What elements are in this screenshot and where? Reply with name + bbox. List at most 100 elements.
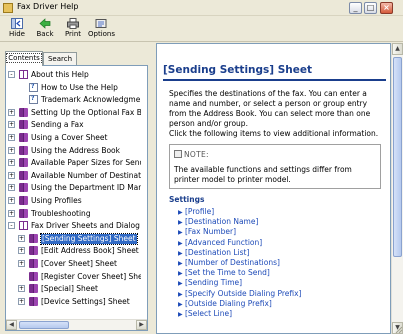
tab-contents[interactable]: Contents (5, 51, 43, 66)
note-icon (174, 150, 182, 158)
back-button[interactable]: Back (32, 18, 58, 38)
book-icon (19, 183, 28, 193)
scroll-left-icon[interactable]: ◀ (6, 320, 17, 330)
expand-icon[interactable]: + (8, 209, 15, 217)
settings-heading: Settings (169, 195, 205, 204)
help-page-icon (29, 82, 38, 92)
resize-grip-icon[interactable] (393, 324, 403, 334)
tree-list: - About this Help How to Use the Help Trade… (6, 70, 141, 318)
print-button[interactable]: Print (60, 18, 86, 38)
expand-icon[interactable]: + (18, 260, 25, 267)
tree-horizontal-scrollbar[interactable]: ◀ ▶ (6, 319, 147, 330)
book-icon (19, 133, 28, 142)
settings-link[interactable]: ▶ [Fax Number] (178, 227, 236, 237)
options-label: Options (88, 30, 116, 38)
close-button[interactable]: × (380, 2, 393, 14)
tree-item-label: Sending a Fax (31, 120, 84, 130)
content-vertical-scrollbar[interactable]: ▲ ▼ (391, 43, 403, 334)
click-instruction-text: Click the following items to view additi… (169, 129, 379, 138)
settings-link[interactable]: ▶ [Outside Dialing Prefix] (178, 299, 272, 309)
tree-item-label: How to Use the Help (41, 82, 118, 92)
content-scroll-thumb[interactable] (393, 57, 402, 257)
tree-item-label: About this Help (31, 70, 89, 79)
tab-contents-label: Contents (6, 53, 42, 63)
contents-tree: - About this Help How to Use the Help Trade… (5, 65, 148, 331)
expand-icon[interactable]: + (18, 247, 25, 255)
tree-item-label: Using the Department ID Manag (31, 183, 141, 193)
tree-scroll-thumb[interactable] (19, 321, 69, 329)
settings-link-label: [Number of Destinations] (185, 258, 280, 267)
settings-link-label: [Sending Time] (185, 278, 243, 288)
open-book-icon (19, 70, 28, 79)
tree-item-label: [Register Cover Sheet] Sheet (41, 271, 141, 281)
settings-link[interactable]: ▶ [Select Line] (178, 309, 232, 319)
settings-link-label: [Select Line] (185, 309, 233, 318)
nav-tabs: Contents Search (5, 51, 145, 66)
title-bar: Fax Driver Help _ □ × (0, 0, 403, 16)
book-icon (29, 271, 38, 281)
window-title: Fax Driver Help (17, 2, 79, 11)
hide-button[interactable]: Hide (4, 18, 30, 38)
tree-item-label: Using a Cover Sheet (31, 133, 108, 142)
tree-item-label: Using Profiles (31, 196, 82, 205)
maximize-button[interactable]: □ (364, 2, 377, 14)
book-icon (19, 120, 28, 130)
toolbar: Hide Back Print Options (0, 16, 403, 42)
expand-icon[interactable]: + (18, 285, 25, 293)
note-text: The available functions and settings dif… (174, 165, 352, 184)
settings-link-label: [Specify Outside Dialing Prefix] (185, 288, 302, 298)
settings-link-label: [Set the Time to Send] (185, 268, 270, 278)
collapse-icon[interactable]: - (8, 222, 15, 230)
topic-content: [Sending Settings] Sheet Specifies the d… (156, 43, 391, 334)
tree-item-label: [Device Settings] Sheet (41, 296, 130, 306)
book-icon (19, 170, 28, 180)
app-icon (3, 3, 13, 13)
tree-item-label: Using the Address Book (31, 145, 120, 155)
settings-link[interactable]: ▶ [Number of Destinations] (178, 258, 280, 268)
settings-link-label: [Profile] (185, 207, 215, 216)
settings-link[interactable]: ▶ [Advanced Function] (178, 238, 262, 248)
expand-icon[interactable]: + (8, 134, 15, 141)
options-icon (95, 19, 107, 28)
book-icon (29, 284, 38, 294)
tree-item-label: Trademark Acknowledgment (41, 95, 141, 105)
settings-link[interactable]: ▶ [Set the Time to Send] (178, 268, 270, 278)
collapse-icon[interactable]: - (8, 71, 15, 78)
tree-item-label: Fax Driver Sheets and Dialog Bo (31, 221, 141, 231)
book-icon (19, 208, 28, 218)
minimize-button[interactable]: _ (349, 2, 362, 14)
settings-link-label: [Advanced Function] (185, 237, 263, 247)
options-button[interactable]: Options (88, 18, 116, 38)
settings-link-label: [Destination Name] (185, 217, 259, 227)
intro-text: Specifies the destinations of the fax. Y… (169, 89, 371, 128)
back-arrow-icon (39, 18, 51, 29)
note-box: NOTE: The available functions and settin… (169, 144, 381, 189)
tab-search[interactable]: Search (43, 52, 77, 66)
expand-icon[interactable]: + (8, 159, 15, 167)
settings-link-label: [Outside Dialing Prefix] (185, 298, 272, 308)
settings-link[interactable]: ▶ [Specify Outside Dialing Prefix] (178, 289, 301, 299)
settings-link[interactable]: ▶ [Sending Time] (178, 278, 242, 288)
page-title: [Sending Settings] Sheet (163, 64, 313, 76)
expand-icon[interactable]: + (8, 184, 15, 192)
expand-icon[interactable]: + (8, 197, 15, 204)
settings-link[interactable]: ▶ [Profile] (178, 207, 214, 217)
print-label: Print (64, 30, 82, 38)
expand-icon[interactable]: + (18, 297, 25, 305)
book-icon (29, 259, 38, 268)
settings-link[interactable]: ▶ [Destination Name] (178, 217, 258, 227)
settings-link[interactable]: ▶ [Destination List] (178, 248, 249, 258)
help-page-icon (29, 94, 38, 105)
expand-icon[interactable]: + (8, 108, 15, 116)
tree-item-label: [Cover Sheet] Sheet (41, 259, 117, 268)
book-icon (29, 296, 38, 306)
expand-icon[interactable]: + (18, 234, 25, 242)
tree-item-label: [Special] Sheet (41, 284, 98, 294)
expand-icon[interactable]: + (8, 121, 15, 129)
book-icon (19, 196, 28, 205)
scroll-up-icon[interactable]: ▲ (392, 43, 403, 55)
scroll-right-icon[interactable]: ▶ (136, 320, 147, 330)
tree-item-label: Troubleshooting (31, 208, 91, 218)
expand-icon[interactable]: + (8, 146, 15, 154)
expand-icon[interactable]: + (8, 171, 15, 179)
